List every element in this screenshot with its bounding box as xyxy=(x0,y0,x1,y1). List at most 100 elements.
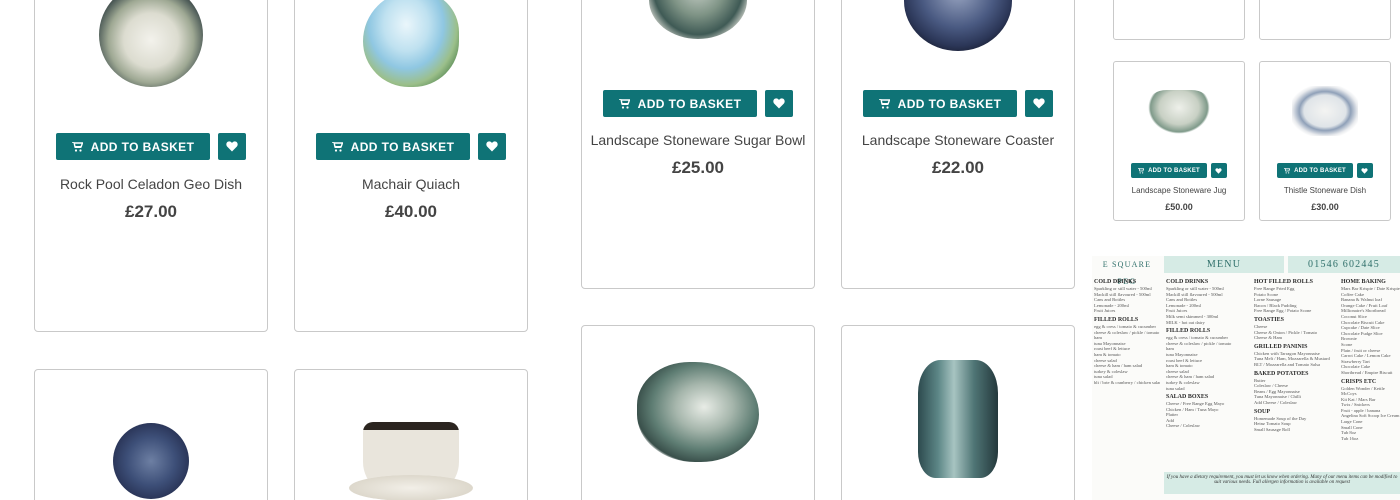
menu-item: Fruit Juices xyxy=(1094,308,1116,314)
menu-item: MILK - hot oat dairy xyxy=(1166,319,1205,325)
menu-item: Free Range Egg / Potato Scone xyxy=(1254,308,1312,314)
cart-icon xyxy=(71,141,83,152)
product-name[interactable]: Landscape Stoneware Coaster xyxy=(842,132,1074,148)
product-name[interactable]: Thistle Stoneware Dish xyxy=(1260,186,1390,195)
menu-section-title: FILLED ROLLS xyxy=(1094,316,1139,323)
product-card[interactable] xyxy=(34,369,268,500)
product-image[interactable] xyxy=(99,0,203,87)
add-to-basket-label: ADD TO BASKET xyxy=(350,139,455,154)
product-card-mini[interactable]: ADD TO BASKET Landscape Stoneware Jug £5… xyxy=(1113,61,1245,221)
product-image[interactable] xyxy=(904,0,1012,51)
product-image[interactable] xyxy=(918,360,998,478)
product-name[interactable]: Rock Pool Celadon Geo Dish xyxy=(35,176,267,192)
product-card[interactable] xyxy=(294,369,528,500)
product-card[interactable]: ADD TO BASKET Landscape Stoneware Sugar … xyxy=(581,0,815,289)
add-to-basket-button[interactable]: ADD TO BASKET xyxy=(315,133,471,160)
product-price: £27.00 xyxy=(125,202,177,221)
menu-item: Shortbread / Empire Biscuit xyxy=(1341,369,1393,375)
add-to-basket-label: ADD TO BASKET xyxy=(1148,167,1200,174)
wishlist-button[interactable] xyxy=(1025,90,1054,117)
menu-column: HOT FILLED ROLLS Free Range Fried Egg Po… xyxy=(1254,276,1338,472)
add-to-basket-button[interactable]: ADD TO BASKET xyxy=(1131,163,1207,178)
product-price: £30.00 xyxy=(1311,202,1339,212)
product-card[interactable] xyxy=(841,325,1075,500)
menu-item: Cheese / Coleslaw xyxy=(1166,423,1200,429)
menu-section-title: SALAD BOXES xyxy=(1166,394,1209,401)
menu-item: Mars Bar Krispie / Date Krispie xyxy=(1341,286,1400,291)
product-name[interactable]: Landscape Stoneware Sugar Bowl xyxy=(582,132,814,148)
menu-item: Tub 16oz xyxy=(1341,435,1359,441)
product-image-saucer xyxy=(349,475,473,500)
product-card[interactable]: ADD TO BASKET Rock Pool Celadon Geo Dish… xyxy=(34,0,268,332)
product-card-mini[interactable] xyxy=(1259,0,1391,40)
menu-section-title: COLD DRINKS xyxy=(1166,279,1209,285)
product-card[interactable]: ADD TO BASKET Landscape Stoneware Coaste… xyxy=(841,0,1075,289)
heart-icon xyxy=(1033,98,1045,109)
heart-icon xyxy=(1361,167,1368,174)
cafe-menu-image: E SQUARE PEG MENU 01546 602445 COLD DRIN… xyxy=(1092,256,1400,500)
product-card[interactable]: ADD TO BASKET Machair Quiach £40.00 xyxy=(294,0,528,332)
menu-section-title: BAKED POTATOES xyxy=(1254,370,1309,377)
wishlist-button[interactable] xyxy=(1356,163,1373,178)
product-name[interactable]: Landscape Stoneware Jug xyxy=(1114,186,1244,195)
wishlist-button[interactable] xyxy=(1210,163,1227,178)
menu-section-title: SOUP xyxy=(1254,408,1271,415)
menu-item: blt / brie & cranberry / chicken salad xyxy=(1094,379,1160,385)
product-image[interactable] xyxy=(1148,90,1210,134)
menu-section-title: FILLED ROLLS xyxy=(1166,328,1211,335)
product-price: £25.00 xyxy=(672,158,724,177)
menu-phone: 01546 602445 xyxy=(1288,256,1400,273)
menu-item: Cheese & Ham xyxy=(1254,335,1283,341)
heart-icon xyxy=(773,98,785,109)
menu-title: MENU xyxy=(1164,256,1284,273)
product-price: £50.00 xyxy=(1165,202,1193,212)
add-to-basket-label: ADD TO BASKET xyxy=(90,139,195,154)
menu-item: Small Sausage Roll xyxy=(1254,426,1290,432)
cart-icon xyxy=(878,98,890,109)
product-card-mini[interactable] xyxy=(1113,0,1245,40)
add-to-basket-label: ADD TO BASKET xyxy=(897,96,1002,111)
menu-section-title: COLD DRINKS xyxy=(1094,279,1137,285)
product-price: £40.00 xyxy=(385,202,437,221)
menu-section-title: HOME BAKING xyxy=(1341,279,1386,285)
product-price: £22.00 xyxy=(932,158,984,177)
heart-icon xyxy=(226,141,238,152)
add-to-basket-button[interactable]: ADD TO BASKET xyxy=(1277,163,1353,178)
product-image[interactable] xyxy=(637,362,759,462)
menu-brand: E SQUARE PEG xyxy=(1092,256,1162,286)
add-to-basket-button[interactable]: ADD TO BASKET xyxy=(55,133,211,160)
product-image[interactable] xyxy=(363,0,459,87)
menu-section-title: CRISPS ETC xyxy=(1341,378,1377,385)
menu-item: Sparkling or still water - 500ml xyxy=(1094,286,1152,291)
menu-item: BLT / Mozzarella and Tomato Salsa xyxy=(1254,361,1321,367)
heart-icon xyxy=(486,141,498,152)
menu-column: HOME BAKING Mars Bar Krispie / Date Kris… xyxy=(1341,276,1400,472)
wishlist-button[interactable] xyxy=(218,133,247,160)
product-image[interactable] xyxy=(1292,86,1358,136)
product-card[interactable] xyxy=(581,325,815,500)
menu-allergen-notice: If you have a dietary requirement, you m… xyxy=(1164,472,1400,494)
cart-icon xyxy=(1138,167,1145,174)
wishlist-button[interactable] xyxy=(765,90,794,117)
menu-item: Add Cheese / Coleslaw xyxy=(1254,399,1297,405)
cart-icon xyxy=(331,141,343,152)
menu-item: tuna salad xyxy=(1166,385,1185,391)
product-image[interactable] xyxy=(113,423,189,499)
wishlist-button[interactable] xyxy=(478,133,507,160)
cart-icon xyxy=(618,98,630,109)
add-to-basket-button[interactable]: ADD TO BASKET xyxy=(602,90,758,117)
menu-section-title: HOT FILLED ROLLS xyxy=(1254,279,1313,285)
menu-column: COLD DRINKS Sparkling or still water - 5… xyxy=(1094,276,1160,492)
menu-section-title: TOASTIES xyxy=(1254,316,1284,323)
cart-icon xyxy=(1284,167,1291,174)
menu-item: egg & cress / tomato & cucumber xyxy=(1094,323,1156,329)
add-to-basket-button[interactable]: ADD TO BASKET xyxy=(862,90,1018,117)
menu-section-title: GRILLED PANINIS xyxy=(1254,343,1308,350)
product-card-mini[interactable]: ADD TO BASKET Thistle Stoneware Dish £30… xyxy=(1259,61,1391,221)
heart-icon xyxy=(1215,167,1222,174)
product-image[interactable] xyxy=(649,0,747,39)
add-to-basket-label: ADD TO BASKET xyxy=(1294,167,1346,174)
menu-column: COLD DRINKS Sparkling or still water - 5… xyxy=(1166,276,1250,472)
product-name[interactable]: Machair Quiach xyxy=(295,176,527,192)
add-to-basket-label: ADD TO BASKET xyxy=(637,96,742,111)
